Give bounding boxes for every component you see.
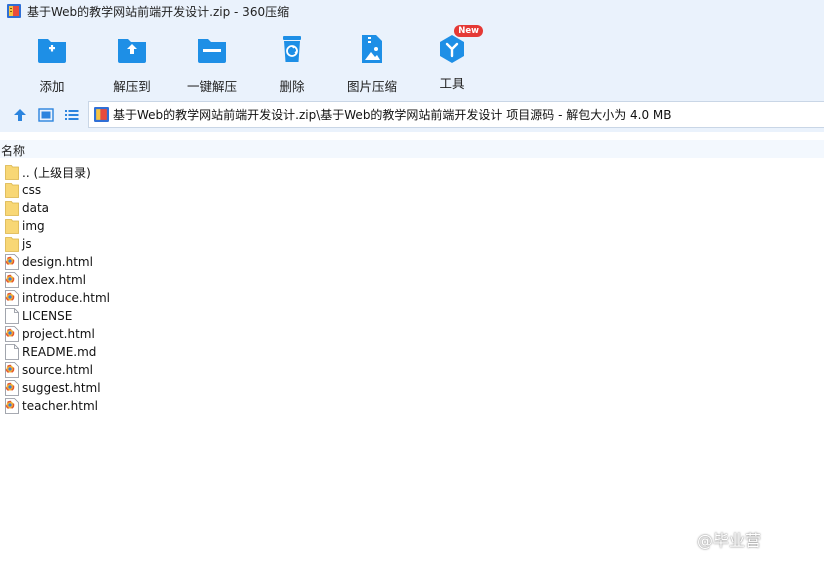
tools-icon-wrap: New — [435, 25, 483, 66]
list-item-name: css — [22, 183, 42, 197]
list-item-name: project.html — [22, 327, 95, 341]
list-item[interactable]: README.md — [0, 343, 96, 361]
list-item[interactable]: suggest.html — [0, 379, 101, 397]
delete-label: 删除 — [279, 79, 305, 94]
folder-icon — [5, 183, 19, 198]
list-item[interactable]: css — [0, 181, 41, 199]
list-item[interactable]: index.html — [0, 271, 86, 289]
file-icon — [5, 344, 19, 360]
image-compress-icon — [362, 35, 382, 63]
list-item[interactable]: project.html — [0, 325, 95, 343]
tools-label: 工具 — [439, 76, 465, 91]
app-window: 基于Web的教学网站前端开发设计.zip - 360压缩 添加 解压到 一键解压… — [0, 0, 824, 568]
one-click-extract-label: 一键解压 — [186, 79, 237, 94]
extract-to-button[interactable]: 解压到 — [92, 32, 172, 95]
new-badge: New — [454, 25, 483, 37]
one-click-extract-icon — [198, 39, 226, 63]
window-title: 基于Web的教学网站前端开发设计.zip - 360压缩 — [27, 4, 290, 19]
list-item[interactable]: img — [0, 217, 45, 235]
toolbar: 添加 解压到 一键解压 删除 图片压缩 New 工具 — [0, 22, 824, 98]
html-file-icon — [5, 326, 19, 342]
list-item[interactable]: data — [0, 199, 49, 217]
add-label: 添加 — [39, 79, 65, 94]
list-item-name: img — [22, 219, 45, 233]
folder-icon — [5, 201, 19, 216]
html-file-icon — [5, 398, 19, 414]
folder-icon — [5, 165, 19, 180]
list-item[interactable]: teacher.html — [0, 397, 98, 415]
extract-to-icon — [118, 39, 146, 63]
column-name-header[interactable]: 名称 — [1, 142, 25, 159]
extract-to-label: 解压到 — [113, 79, 151, 94]
list-item[interactable]: design.html — [0, 253, 93, 271]
watermark: @毕业营 — [697, 531, 762, 550]
list-view-icon[interactable] — [64, 107, 80, 123]
list-item-name: js — [22, 237, 32, 251]
add-folder-icon — [38, 39, 66, 63]
folder-icon — [5, 237, 19, 252]
html-file-icon — [5, 272, 19, 288]
add-button[interactable]: 添加 — [12, 32, 92, 95]
delete-icon — [283, 36, 301, 62]
tools-button[interactable]: New 工具 — [412, 25, 492, 92]
list-item-name: .. (上级目录) — [22, 165, 91, 180]
up-arrow-icon[interactable] — [12, 107, 28, 123]
address-bar[interactable]: 基于Web的教学网站前端开发设计.zip\基于Web的教学网站前端开发设计 项目… — [88, 101, 824, 128]
html-file-icon — [5, 380, 19, 396]
image-compress-label: 图片压缩 — [346, 79, 397, 94]
html-file-icon — [5, 254, 19, 270]
address-row: 基于Web的教学网站前端开发设计.zip\基于Web的教学网站前端开发设计 项目… — [0, 98, 824, 132]
list-header: 名称 — [0, 140, 824, 158]
folder-icon — [5, 219, 19, 234]
list-item-name: introduce.html — [22, 291, 111, 305]
file-icon — [5, 308, 19, 324]
list-item-name: data — [22, 201, 50, 215]
list-item-name: LICENSE — [22, 309, 73, 323]
list-item[interactable]: js — [0, 235, 32, 253]
tools-icon — [440, 35, 464, 63]
image-compress-button[interactable]: 图片压缩 — [332, 32, 412, 95]
list-item[interactable]: source.html — [0, 361, 93, 379]
list-item[interactable]: LICENSE — [0, 307, 72, 325]
address-path: 基于Web的教学网站前端开发设计.zip\基于Web的教学网站前端开发设计 项目… — [113, 108, 672, 122]
delete-button[interactable]: 删除 — [252, 32, 332, 95]
zip-app-icon — [7, 4, 21, 18]
list-item-name: index.html — [22, 273, 86, 287]
list-item-name: README.md — [22, 345, 97, 359]
list-item[interactable]: introduce.html — [0, 289, 110, 307]
list-item-name: design.html — [22, 255, 93, 269]
list-item-name: source.html — [22, 363, 93, 377]
html-file-icon — [5, 290, 19, 306]
html-file-icon — [5, 362, 19, 378]
thumbnail-view-icon[interactable] — [38, 107, 54, 123]
list-item-name: suggest.html — [22, 381, 101, 395]
list-item[interactable]: .. (上级目录) — [0, 163, 91, 181]
zip-file-icon — [94, 107, 109, 122]
title-bar: 基于Web的教学网站前端开发设计.zip - 360压缩 — [0, 0, 824, 22]
one-click-extract-button[interactable]: 一键解压 — [172, 32, 252, 95]
list-item-name: teacher.html — [22, 399, 99, 413]
